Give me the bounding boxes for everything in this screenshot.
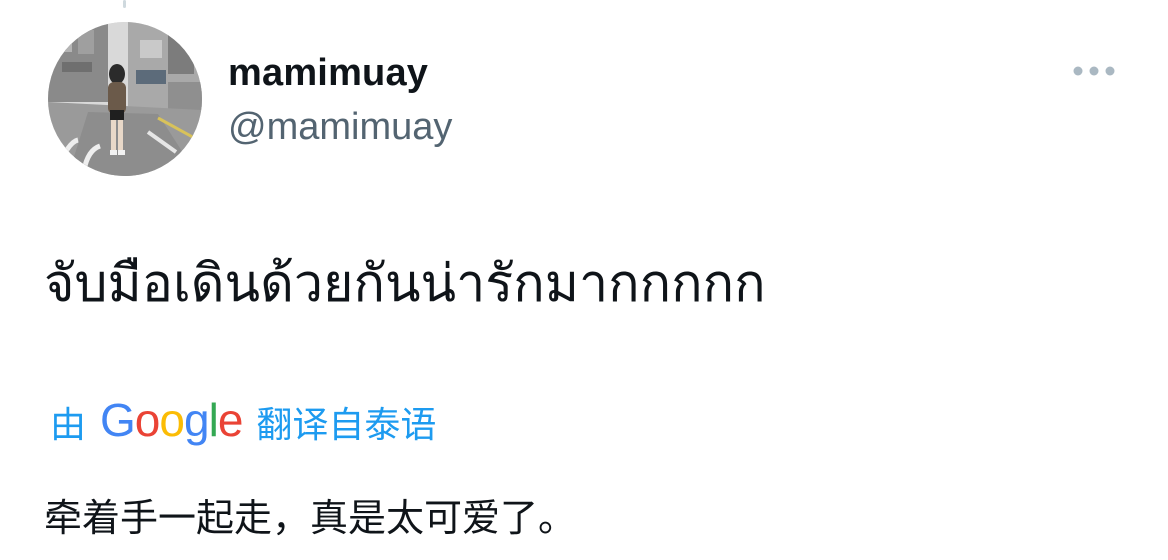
google-logo-letter: g [183, 394, 210, 446]
translation-attribution: 由 Google 翻译自泰语 [50, 394, 436, 450]
google-logo-letter: G [100, 394, 136, 446]
translated-from-thai-link[interactable]: 翻译自泰语 [256, 396, 436, 448]
google-logo-letter: o [159, 394, 185, 446]
more-dots-icon [1073, 66, 1115, 76]
google-logo-letter: l [208, 394, 219, 446]
tweet-text: จับมือเดินด้วยกันน่ารักมากกกกก [44, 254, 766, 314]
author-handle[interactable]: @mamimuay [228, 104, 452, 150]
google-logo: Google [100, 393, 244, 447]
avatar[interactable] [48, 22, 202, 176]
thread-connector-line [123, 0, 126, 8]
translated-tweet-text: 牵着手一起走，真是太可爱了。 [44, 496, 577, 540]
more-options-button[interactable] [1068, 58, 1120, 84]
translation-prefix: 由 [50, 405, 87, 446]
author-display-name[interactable]: mamimuay [228, 50, 428, 96]
google-logo-letter: e [217, 394, 244, 446]
street-photo-avatar-icon [48, 22, 202, 176]
google-logo-letter: o [134, 394, 161, 446]
